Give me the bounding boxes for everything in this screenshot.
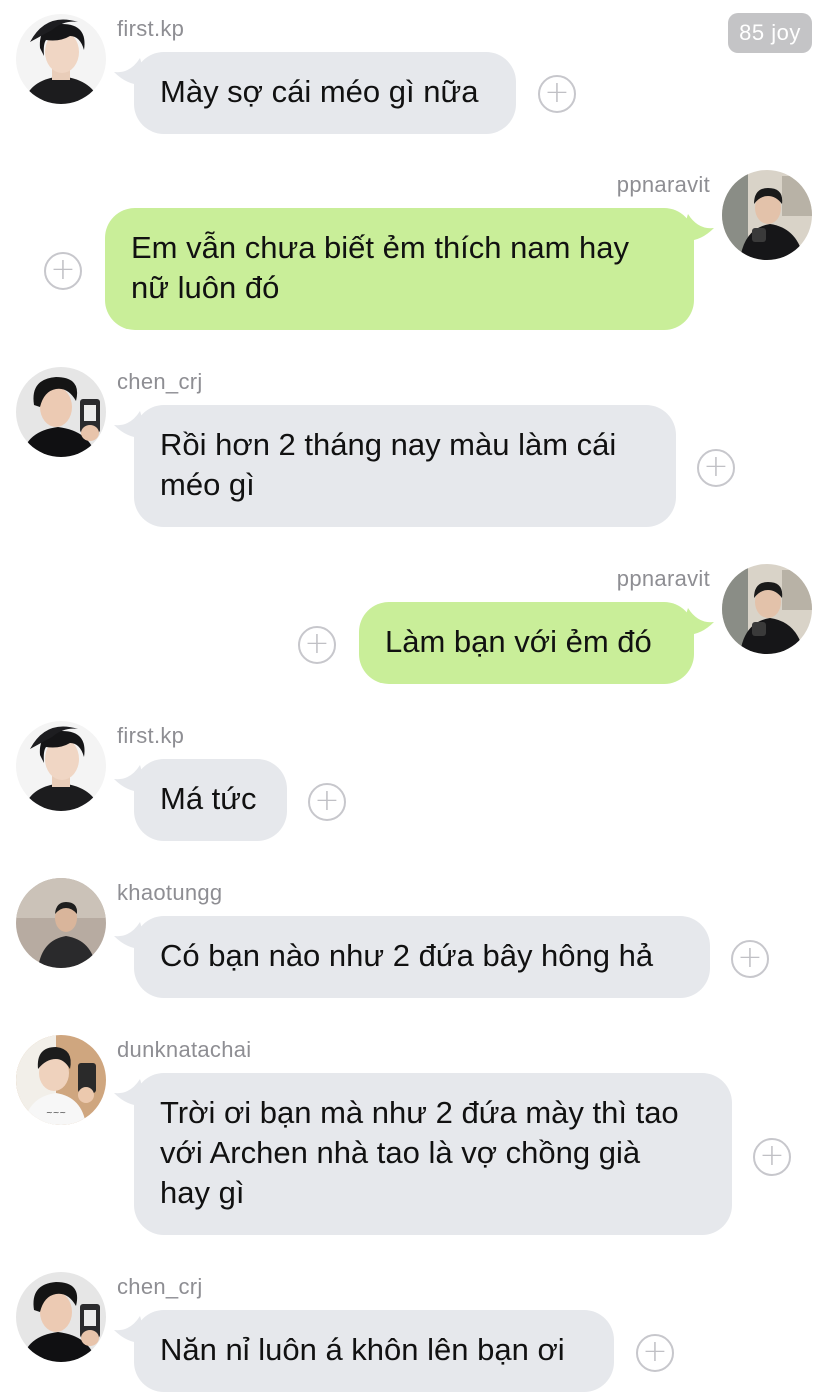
message-bubble[interactable]: Có bạn nào như 2 đứa bây hông hả [134,916,710,998]
message-bubble[interactable]: Rồi hơn 2 tháng nay màu làm cái méo gì [134,405,676,527]
message-row: ppnaravit Em vẫn chưa biết ẻm thích nam … [0,170,828,334]
message-username: ppnaravit [616,172,710,197]
plus-circle-icon[interactable]: + [538,75,576,113]
message-bubble[interactable]: Má tức [134,759,287,841]
message-username: first.kp [117,16,185,41]
plus-circle-icon[interactable]: + [731,940,769,978]
message-username: chen_crj [117,1274,203,1299]
message-row: first.kp Mày sợ cái méo gì nữa + [0,14,828,136]
avatar-chen-crj[interactable] [16,1272,106,1362]
plus-circle-icon[interactable]: + [753,1138,791,1176]
message-username: khaotungg [117,880,223,905]
avatar-khaotungg[interactable] [16,878,106,968]
message-bubble[interactable]: Em vẫn chưa biết ẻm thích nam hay nữ luô… [105,208,694,330]
avatar-dunknatachai[interactable] [16,1035,106,1125]
message-row: dunknatachai Trời ơi bạn mà như 2 đứa mà… [0,1035,828,1239]
plus-circle-icon[interactable]: + [44,252,82,290]
message-bubble[interactable]: Làm bạn với ẻm đó [359,602,694,684]
message-bubble[interactable]: Trời ơi bạn mà như 2 đứa mày thì tao với… [134,1073,732,1235]
avatar-first-kp[interactable] [16,14,106,104]
message-row: chen_crj Năn nỉ luôn á khôn lên bạn ơi + [0,1272,828,1394]
message-bubble[interactable]: Mày sợ cái méo gì nữa [134,52,516,134]
message-username: dunknatachai [117,1037,252,1062]
message-row: ppnaravit Làm bạn với ẻm đó + [0,564,828,686]
avatar-chen-crj[interactable] [16,367,106,457]
avatar-ppnaravit[interactable] [722,564,812,654]
plus-circle-icon[interactable]: + [697,449,735,487]
message-row: first.kp Má tức + [0,721,828,843]
message-username: chen_crj [117,369,203,394]
message-bubble[interactable]: Năn nỉ luôn á khôn lên bạn ơi [134,1310,614,1392]
plus-circle-icon[interactable]: + [636,1334,674,1372]
avatar-first-kp[interactable] [16,721,106,811]
message-username: ppnaravit [616,566,710,591]
message-row: chen_crj Rồi hơn 2 tháng nay màu làm cái… [0,367,828,531]
avatar-ppnaravit[interactable] [722,170,812,260]
plus-circle-icon[interactable]: + [298,626,336,664]
plus-circle-icon[interactable]: + [308,783,346,821]
message-username: first.kp [117,723,185,748]
message-row: khaotungg Có bạn nào như 2 đứa bây hông … [0,878,828,1000]
